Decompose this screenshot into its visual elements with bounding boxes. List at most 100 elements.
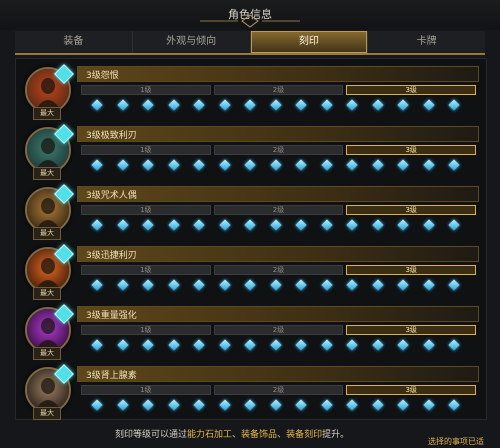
- engraving-row[interactable]: 最大 3级咒术人偶 1级 2级 3级: [19, 183, 480, 240]
- node-diamond-icon: [295, 399, 307, 411]
- tab-equipment[interactable]: 装备: [15, 31, 133, 53]
- node-diamond-icon: [422, 399, 435, 411]
- node-diamond-icon: [346, 399, 358, 411]
- level-2-segment: 2级: [213, 325, 344, 335]
- node-diamond-icon: [142, 339, 154, 351]
- node-diamond-icon: [320, 339, 333, 351]
- footer: 刻印等级可以通过能力石加工、装备饰品、装备刻印提升。 选择的事项已适: [0, 422, 500, 448]
- node-track: [89, 279, 474, 294]
- node-diamond-icon: [116, 399, 129, 411]
- engraving-name: 3级怨恨: [86, 71, 119, 81]
- node-diamond-icon: [295, 219, 307, 231]
- max-badge: 最大: [33, 407, 61, 420]
- engraving-row[interactable]: 最大 3级迅捷利刃 1级 2级 3级: [19, 243, 480, 300]
- tab-appearance[interactable]: 外观与倾向: [133, 31, 251, 53]
- level-track: 1级 2级 3级: [81, 325, 477, 335]
- title-ornament-icon: [200, 14, 300, 28]
- node-diamond-icon: [269, 159, 282, 171]
- node-track: [89, 99, 474, 114]
- engraving-name: 3级咒术人偶: [86, 191, 137, 201]
- node-diamond-icon: [295, 159, 307, 171]
- node-diamond-icon: [244, 219, 256, 231]
- node-diamond-icon: [346, 339, 358, 351]
- max-badge: 最大: [33, 287, 61, 300]
- window-titlebar: 角色信息: [0, 0, 500, 30]
- footer-link-accessories[interactable]: 装备饰品: [241, 430, 277, 440]
- node-diamond-icon: [448, 159, 460, 171]
- level-1-segment: 1级: [81, 145, 211, 155]
- engraving-portrait: 最大: [21, 364, 74, 420]
- node-diamond-icon: [422, 219, 435, 231]
- level-3-segment: 3级: [346, 385, 477, 395]
- node-diamond-icon: [346, 159, 358, 171]
- node-diamond-icon: [422, 339, 435, 351]
- engraving-name-bar: 3级极致利刃: [77, 126, 479, 142]
- engraving-name-bar: 3级肾上腺素: [77, 366, 479, 382]
- engraving-row[interactable]: 最大 3级怨恨 1级 2级 3级: [19, 63, 480, 120]
- node-diamond-icon: [295, 279, 307, 291]
- engraving-portrait: 最大: [21, 124, 74, 180]
- node-diamond-icon: [320, 99, 333, 111]
- node-diamond-icon: [193, 219, 205, 231]
- node-diamond-icon: [269, 99, 282, 111]
- level-2-segment: 2级: [213, 265, 344, 275]
- level-track: 1级 2级 3级: [81, 145, 477, 155]
- max-badge: 最大: [33, 167, 61, 180]
- level-1-segment: 1级: [81, 205, 211, 215]
- node-diamond-icon: [397, 99, 409, 111]
- engraving-panel: 最大 3级怨恨 1级 2级 3级 最大 3级极致利刃 1级 2级 3级 最大 3级咒术人偶 1级 2级 3级…: [15, 58, 487, 420]
- node-diamond-icon: [371, 219, 384, 231]
- node-diamond-icon: [116, 99, 129, 111]
- node-diamond-icon: [269, 219, 282, 231]
- footer-sep-2: 、: [277, 430, 287, 440]
- level-3-segment: 3级: [346, 265, 477, 275]
- node-diamond-icon: [269, 339, 282, 351]
- node-diamond-icon: [320, 159, 333, 171]
- level-track: 1级 2级 3级: [81, 385, 477, 395]
- node-diamond-icon: [346, 279, 358, 291]
- level-3-segment: 3级: [346, 205, 477, 215]
- node-diamond-icon: [218, 159, 231, 171]
- node-diamond-icon: [193, 279, 205, 291]
- node-diamond-icon: [116, 279, 129, 291]
- node-diamond-icon: [142, 159, 154, 171]
- node-diamond-icon: [167, 279, 180, 291]
- node-diamond-icon: [142, 219, 154, 231]
- level-track: 1级 2级 3级: [81, 85, 477, 95]
- footer-link-ability-stone[interactable]: 能力石加工: [187, 430, 232, 440]
- node-diamond-icon: [116, 219, 129, 231]
- node-diamond-icon: [295, 99, 307, 111]
- max-badge: 最大: [33, 107, 61, 120]
- node-track: [89, 399, 474, 414]
- engraving-row[interactable]: 最大 3级极致利刃 1级 2级 3级: [19, 123, 480, 180]
- max-badge: 最大: [33, 227, 61, 240]
- engraving-row[interactable]: 最大 3级肾上腺素 1级 2级 3级: [19, 363, 480, 420]
- node-diamond-icon: [448, 219, 460, 231]
- footer-prefix: 刻印等级可以通过: [115, 430, 188, 440]
- node-diamond-icon: [193, 99, 205, 111]
- footer-hint: 刻印等级可以通过能力石加工、装备饰品、装备刻印提升。: [115, 427, 349, 440]
- engraving-name: 3级迅捷利刃: [86, 251, 137, 261]
- node-diamond-icon: [448, 279, 460, 291]
- node-diamond-icon: [91, 339, 103, 351]
- node-diamond-icon: [167, 219, 180, 231]
- engraving-portrait: 最大: [21, 64, 74, 120]
- level-2-segment: 2级: [213, 205, 344, 215]
- engraving-row[interactable]: 最大 3级重量强化 1级 2级 3级: [19, 303, 480, 360]
- level-2-segment: 2级: [213, 85, 344, 95]
- node-diamond-icon: [167, 399, 180, 411]
- node-diamond-icon: [269, 399, 282, 411]
- tab-bar: 装备 外观与倾向 刻印 卡牌: [15, 31, 485, 55]
- node-track: [89, 219, 474, 234]
- tab-engraving[interactable]: 刻印: [250, 31, 369, 53]
- level-1-segment: 1级: [81, 325, 211, 335]
- node-diamond-icon: [193, 339, 205, 351]
- node-diamond-icon: [397, 219, 409, 231]
- node-diamond-icon: [448, 339, 460, 351]
- engraving-name-bar: 3级怨恨: [77, 66, 479, 82]
- footer-sep-1: 、: [232, 430, 242, 440]
- level-track: 1级 2级 3级: [81, 205, 477, 215]
- node-diamond-icon: [371, 399, 384, 411]
- tab-cards[interactable]: 卡牌: [368, 31, 485, 53]
- footer-link-engrave[interactable]: 装备刻印: [286, 430, 322, 440]
